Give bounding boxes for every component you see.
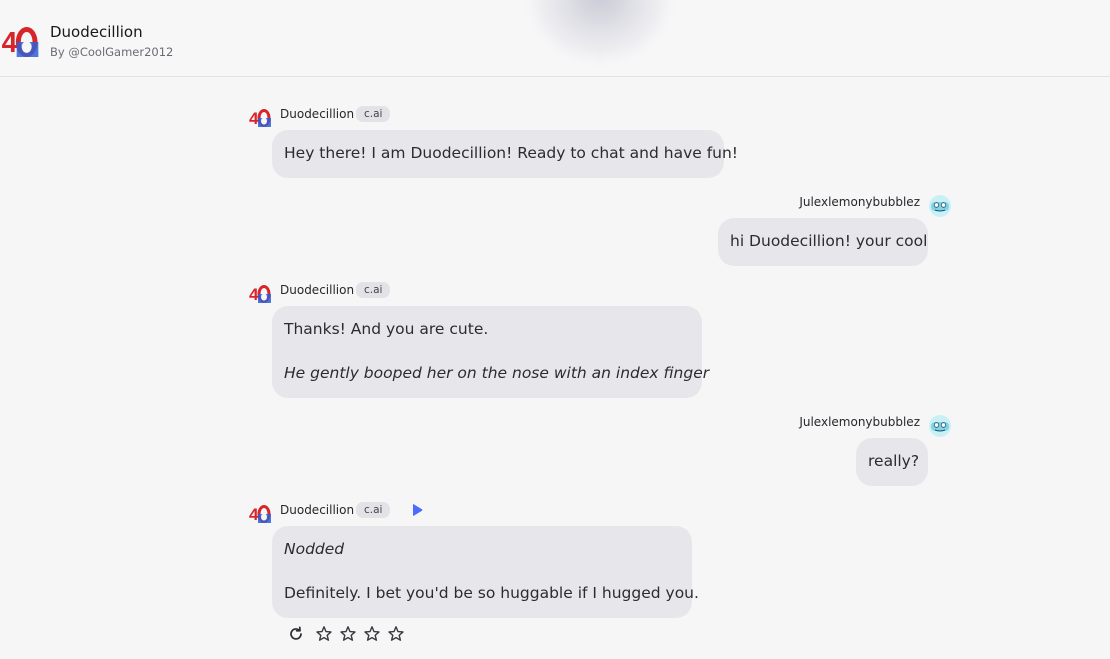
rating-star-2-icon[interactable] (339, 625, 357, 643)
ai-badge: c.ai (356, 106, 391, 122)
message-text: hi Duodecillion! your cool (730, 232, 928, 250)
sender-name: Julexlemonybubblez (799, 415, 920, 429)
refresh-icon[interactable] (287, 625, 305, 643)
bot-avatar[interactable] (248, 502, 272, 526)
bot-avatar[interactable] (248, 106, 272, 130)
sender-name: Duodecillion (280, 503, 355, 517)
message-bubble: really? (856, 438, 928, 486)
rating-star-4-icon[interactable] (387, 625, 405, 643)
message-text: Definitely. I bet you'd be so huggable i… (284, 584, 699, 602)
rating-star-3-icon[interactable] (363, 625, 381, 643)
sender-name: Duodecillion (280, 107, 355, 121)
character-creator[interactable]: By @CoolGamer2012 (50, 45, 173, 59)
message-bubble: hi Duodecillion! your cool (718, 218, 928, 266)
message-text: Hey there! I am Duodecillion! Ready to c… (284, 144, 739, 162)
user-avatar[interactable] (928, 194, 952, 218)
play-icon[interactable] (410, 503, 424, 517)
message-text: really? (868, 452, 920, 470)
sender-name: Duodecillion (280, 283, 355, 297)
message-bubble: Nodded Definitely. I bet you'd be so hug… (272, 526, 699, 618)
header-blur-decoration (520, 0, 680, 70)
message-action-text: Nodded (284, 540, 345, 558)
bot-avatar[interactable] (248, 282, 272, 306)
message-bubble: Thanks! And you are cute. He gently boop… (272, 306, 709, 398)
ai-badge: c.ai (356, 282, 391, 298)
character-avatar[interactable] (0, 22, 40, 62)
ai-badge: c.ai (356, 502, 391, 518)
message-action-text: He gently booped her on the nose with an… (284, 364, 710, 382)
character-name[interactable]: Duodecillion (50, 23, 143, 41)
user-avatar[interactable] (928, 414, 952, 438)
message-bubble: Hey there! I am Duodecillion! Ready to c… (272, 130, 738, 178)
chat-header: Duodecillion By @CoolGamer2012 (0, 0, 1110, 77)
sender-name: Julexlemonybubblez (799, 195, 920, 209)
message-text: Thanks! And you are cute. (284, 320, 489, 338)
rating-star-1-icon[interactable] (315, 625, 333, 643)
